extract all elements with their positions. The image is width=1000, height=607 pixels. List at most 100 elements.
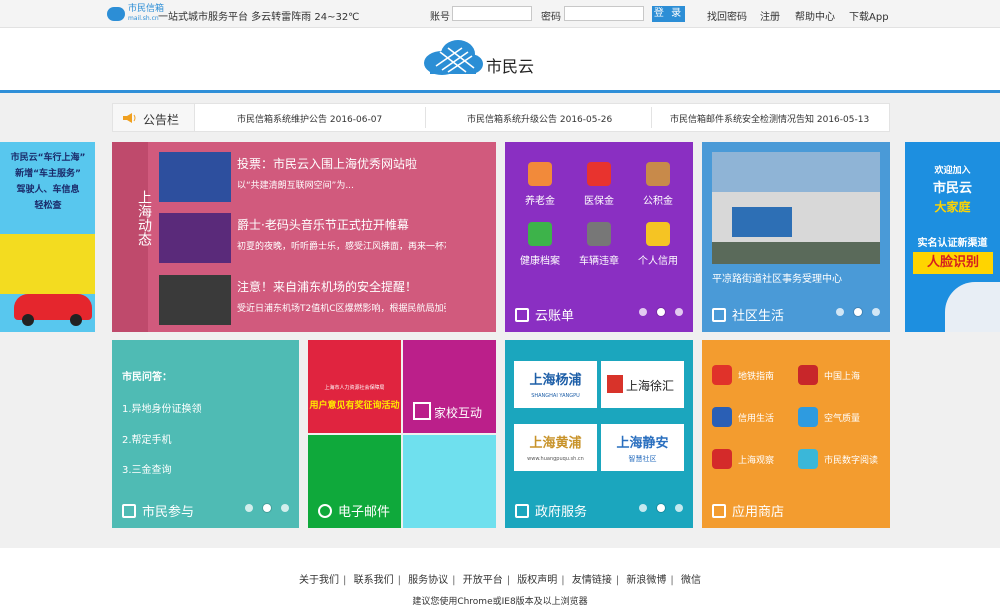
banner-line: 市民云 (932, 181, 972, 196)
banner-line: 轻松查 (34, 201, 62, 211)
brand-name[interactable]: 市民云 (486, 53, 534, 77)
personal-credit-service[interactable]: 个人信用 (633, 222, 683, 267)
gov-service-label: 政府服务 (535, 505, 588, 520)
cloud-bill-label: 云账单 (535, 309, 575, 324)
open-platform-link[interactable]: 开放平台 (463, 575, 503, 586)
housing-fund-service[interactable]: 公积金 (633, 162, 683, 207)
shanghai-emblem-icon (798, 365, 818, 385)
news-item[interactable]: 投票：市民云入围上海优秀网站啦 以“共建清朗互联网空间”为... (159, 152, 446, 202)
banner-line: 市民云“车行上海” (10, 153, 86, 163)
cloud-bill-tile[interactable]: 养老金 医保金 公积金 健康档案 车辆违章 个人信用 云账单 (505, 142, 693, 332)
qa-item[interactable]: 2.帮定手机 (122, 431, 172, 446)
app-store-tile[interactable]: 地铁指南 中国上海 信用生活 空气质量 上海观察 市民数字阅读 应用商店 (702, 340, 890, 528)
gov-service-tile[interactable]: 上海杨浦 SHANGHAI YANGPU 上海徐汇 上海黄浦 www.huang… (505, 340, 693, 528)
community-caption[interactable]: 平凉路街道社区事务受理中心 (712, 270, 842, 285)
shanghai-news-tile: 上海动态 投票：市民云入围上海优秀网站啦 以“共建清朗互联网空间”为... 爵士… (112, 142, 496, 332)
news-thumbnail (159, 275, 231, 325)
news-item[interactable]: 爵士·老码头音乐节正式拉开帷幕 初夏的夜晚，听听爵士乐，感受江风拂面，再来一杯冰 (159, 213, 446, 263)
register-link[interactable]: 注册 (760, 8, 780, 23)
notice-item[interactable]: 市民信箱系统升级公告 2016-05-26 (467, 112, 612, 125)
left-promo-banner[interactable]: 市民云“车行上海” 新增“车主服务” 驾驶人、车信息 轻松查 (0, 142, 95, 332)
app-metro-guide[interactable]: 地铁指南 (712, 365, 774, 385)
poster-title: 用户意见有奖征询活动 (309, 401, 400, 411)
friend-links-link[interactable]: 友情链接 (572, 575, 612, 586)
aqi-icon (798, 407, 818, 427)
app-china-shanghai[interactable]: 中国上海 (798, 365, 860, 385)
xuhui-logo-icon (607, 375, 623, 393)
news-item[interactable]: 注意！来自浦东机场的安全提醒！ 受近日浦东机场T2值机C区爆燃影响，根据民航局加… (159, 275, 446, 325)
news-summary: 以“共建清朗互联网空间”为... (237, 181, 354, 191)
app-air-quality[interactable]: 空气质量 (798, 407, 860, 427)
app-shanghai-observer[interactable]: 上海观察 (712, 449, 774, 469)
traffic-light-icon (587, 222, 611, 246)
reading-icon (798, 449, 818, 469)
qa-item[interactable]: 1.异地身份证换领 (122, 400, 202, 415)
notice-title: 公告栏 (143, 113, 180, 127)
download-app-link[interactable]: 下载App (849, 8, 889, 23)
contact-link[interactable]: 联系我们 (354, 575, 394, 586)
survey-poster-tile[interactable]: 上海市人力资源社会保障局 用户意见有奖征询活动 (308, 340, 401, 433)
house-icon (646, 162, 670, 186)
help-center-link[interactable]: 帮助中心 (795, 8, 835, 23)
qa-item[interactable]: 3.三金查询 (122, 461, 172, 476)
news-section-label[interactable]: 上海动态 (120, 190, 156, 246)
speaker-icon (123, 113, 136, 123)
document-icon (515, 503, 529, 518)
health-record-service[interactable]: 健康档案 (515, 222, 565, 267)
login-button[interactable]: 登 录 (652, 6, 685, 22)
traffic-violation-service[interactable]: 车辆违章 (574, 222, 624, 267)
account-input[interactable] (452, 6, 532, 21)
district-card-xuhui[interactable]: 上海徐汇 (601, 361, 684, 408)
right-promo-banner[interactable]: 欢迎加入 市民云 大家庭 实名认证新渠道 人脸识别 (905, 142, 1000, 332)
email-tile[interactable]: 电子邮件 (308, 435, 401, 528)
pension-service[interactable]: 养老金 (515, 162, 565, 207)
browser-note: 建议您使用Chrome或IE8版本及以上浏览器 (412, 597, 588, 607)
community-life-tile[interactable]: 平凉路街道社区事务受理中心 社区生活 (702, 142, 890, 332)
credit-doc-icon (646, 222, 670, 246)
notice-item[interactable]: 市民信箱邮件系统安全检测情况告知 2016-05-13 (670, 112, 869, 125)
news-thumbnail (159, 152, 231, 202)
school-icon (413, 402, 431, 420)
weibo-link[interactable]: 新浪微博 (626, 575, 666, 586)
wechat-link[interactable]: 微信 (681, 575, 701, 586)
service-agreement-link[interactable]: 服务协议 (408, 575, 448, 586)
cloud-logo-icon[interactable] (422, 38, 484, 76)
app-digital-reading[interactable]: 市民数字阅读 (798, 449, 878, 469)
notice-item[interactable]: 市民信箱系统维护公告 2016-06-07 (237, 112, 382, 125)
citizen-participation-tile[interactable]: 市民问答： 1.异地身份证换领 2.帮定手机 3.三金查询 市民参与 (112, 340, 299, 528)
news-summary: 受近日浦东机场T2值机C区爆燃影响，根据民航局加强... (237, 304, 446, 314)
platform-tagline: 一站式城市服务平台 多云转雷阵雨 24~32℃ (158, 12, 360, 23)
forgot-password-link[interactable]: 找回密码 (707, 8, 747, 23)
password-label: 密码 (541, 12, 561, 23)
carousel-dots[interactable] (245, 504, 289, 512)
copyright-link[interactable]: 版权声明 (517, 575, 557, 586)
banner-line: 实名认证新渠道 (917, 238, 988, 249)
poster-subtitle: 上海市人力资源社会保障局 (324, 385, 385, 391)
district-card-yangpu[interactable]: 上海杨浦 SHANGHAI YANGPU (514, 361, 597, 408)
mail-logo[interactable]: 市民信箱 mail.sh.cn (107, 5, 164, 23)
banner-line: 大家庭 (934, 200, 971, 214)
news-thumbnail (159, 213, 231, 263)
city-skyline (0, 234, 95, 294)
medical-insurance-service[interactable]: 医保金 (574, 162, 624, 207)
news-headline[interactable]: 投票：市民云入围上海优秀网站啦 (237, 155, 417, 172)
carousel-dots[interactable] (639, 504, 683, 512)
email-label: 电子邮件 (338, 505, 391, 520)
district-card-jingan[interactable]: 上海静安 智慧社区 (601, 424, 684, 471)
district-card-huangpu[interactable]: 上海黄浦 www.huangpuqu.sh.cn (514, 424, 597, 471)
app-credit-life[interactable]: 信用生活 (712, 407, 774, 427)
credit-icon (712, 407, 732, 427)
mail-logo-icon (107, 7, 125, 21)
community-photo (712, 152, 880, 264)
news-headline[interactable]: 注意！来自浦东机场的安全提醒！ (237, 278, 417, 295)
carousel-dots[interactable] (639, 308, 683, 316)
banner-line: 新增“车主服务” (15, 169, 81, 179)
carousel-dots[interactable] (836, 308, 880, 316)
notice-board: 公告栏 市民信箱系统维护公告 2016-06-07 市民信箱系统升级公告 201… (112, 103, 890, 132)
about-link[interactable]: 关于我们 (299, 575, 339, 586)
password-input[interactable] (564, 6, 644, 21)
observer-icon (712, 449, 732, 469)
school-interaction-tile[interactable]: 家校互动 (403, 340, 496, 433)
news-headline[interactable]: 爵士·老码头音乐节正式拉开帷幕 (237, 216, 409, 233)
medical-cross-icon (587, 162, 611, 186)
